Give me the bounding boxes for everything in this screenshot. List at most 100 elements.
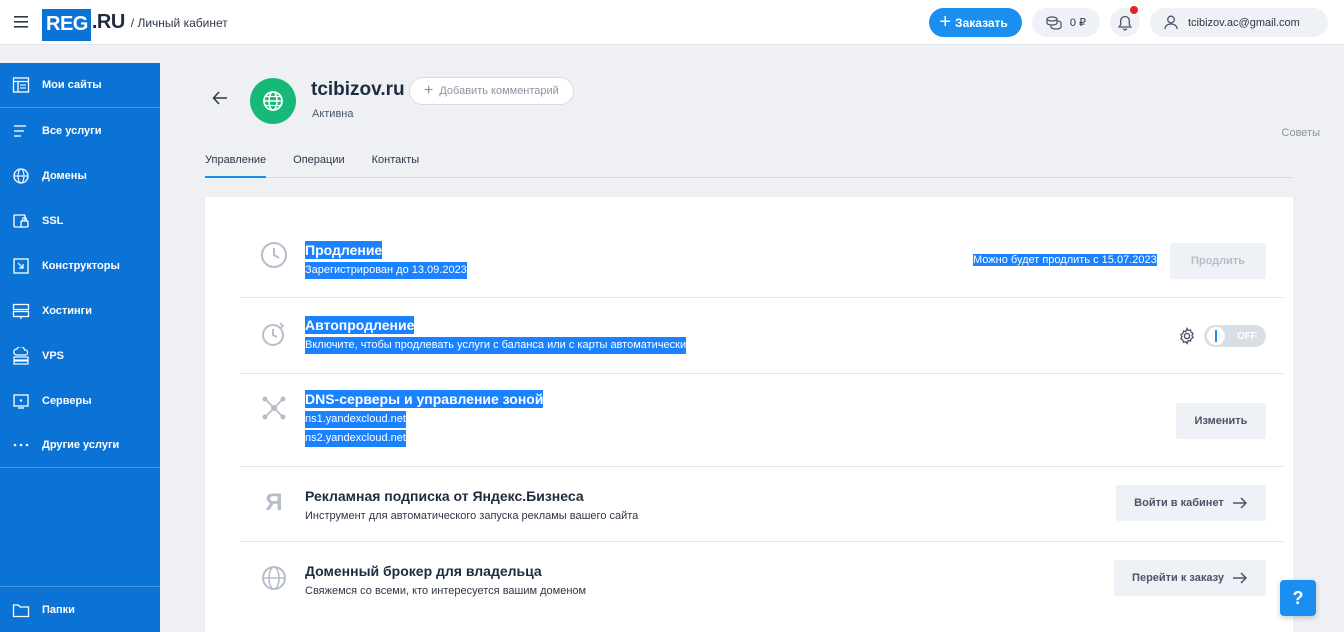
globe-icon [13,167,29,184]
yandex-icon: Я [265,489,283,516]
enter-cabinet-label: Войти в кабинет [1134,497,1224,509]
user-email: tcibizov.ac@gmail.com [1188,16,1300,29]
bell-icon [1118,15,1132,30]
broker-subtitle: Свяжемся со всеми, кто интересуется ваши… [305,585,587,597]
network-icon [260,394,288,422]
renew-button[interactable]: Продлить [1170,243,1266,279]
broker-row: Доменный брокер для владельца Свяжемся с… [240,542,1284,617]
back-arrow-icon[interactable] [212,89,228,110]
add-comment-button[interactable]: + Добавить комментарий [409,77,574,105]
user-menu[interactable]: tcibizov.ac@gmail.com [1150,8,1328,37]
notification-dot [1130,6,1138,14]
broker-title: Доменный брокер для владельца [305,563,542,579]
status-text: Активна [312,108,354,120]
sidebar-item-label: VPS [42,349,65,362]
user-icon [1164,15,1178,30]
toggle-label: OFF [1237,330,1257,342]
folder-icon [12,603,30,617]
management-card: Продление Зарегистрирован до 13.09.2023 … [205,197,1293,632]
yandex-subtitle: Инструмент для автоматического запуска р… [305,510,639,522]
sidebar-item-label: Конструкторы [42,259,120,272]
help-button[interactable]: ? [1280,580,1316,616]
sidebar-item-servers[interactable]: Серверы [0,378,160,423]
autorenew-title: Автопродление [305,316,415,334]
plus-icon: + [424,82,434,99]
sidebar-item-other-services[interactable]: Другие услуги [0,423,160,468]
dns-ns1: ns1.yandexcloud.net [305,411,406,428]
sidebar-item-label: Хостинги [42,304,93,317]
dns-ns2: ns2.yandexcloud.net [305,430,406,447]
tab-operations[interactable]: Операции [293,153,344,178]
logo[interactable]: REG .RU / Личный кабинет [42,0,228,45]
tab-contacts[interactable]: Контакты [372,153,420,178]
change-dns-button[interactable]: Изменить [1176,403,1266,439]
sidebar-item-folders[interactable]: Папки [0,587,160,632]
builder-icon [13,257,29,274]
plus-icon: + [939,10,952,33]
enter-cabinet-button[interactable]: Войти в кабинет [1116,485,1266,521]
gear-icon[interactable] [1178,327,1196,350]
arrow-right-icon [1232,572,1248,584]
yandex-title: Рекламная подписка от Яндекс.Бизнеса [305,488,584,504]
sidebar-item-builders[interactable]: Конструкторы [0,243,160,288]
notifications-button[interactable] [1110,6,1140,37]
sidebar-item-label: Серверы [42,394,92,407]
server-icon [13,393,29,409]
sidebar: Мои сайты Все услуги Домены SSL Конструк… [0,63,160,632]
page-title: tcibizov.ru [311,79,405,100]
tabs: Управление Операции Контакты [205,153,1293,178]
autorenew-row: Автопродление Включите, чтобы продлевать… [240,298,1284,374]
renew-label: Продлить [1190,255,1246,267]
arrow-right-icon [1232,497,1247,509]
sidebar-item-domains[interactable]: Домены [0,153,160,198]
sidebar-item-label: Домены [42,169,87,182]
sidebar-item-label: Папки [42,603,75,616]
logo-reg: REG [42,9,91,41]
logo-subtitle: / Личный кабинет [130,16,228,30]
tab-management[interactable]: Управление [205,153,267,178]
balance-value: 0 ₽ [1069,17,1086,29]
sites-icon [12,77,30,93]
sidebar-item-my-sites[interactable]: Мои сайты [0,63,160,108]
clock-icon [260,241,288,269]
sidebar-item-label: SSL [42,214,64,227]
autorenew-clock-icon [260,320,288,348]
autorenew-subtitle: Включите, чтобы продлевать услуги с бала… [305,337,687,354]
sidebar-item-ssl[interactable]: SSL [0,198,160,243]
yandex-row: Я Рекламная подписка от Яндекс.Бизнеса И… [240,467,1284,542]
list-icon [14,124,26,137]
hosting-icon [12,303,30,319]
renewal-title: Продление [305,241,383,259]
dns-row: DNS-серверы и управление зоной ns1.yande… [240,374,1284,467]
renewal-note: Можно будет продлить с 15.07.2023 [973,254,1157,266]
sidebar-item-vps[interactable]: VPS [0,333,160,378]
sidebar-item-label: Мои сайты [42,79,102,91]
sidebar-item-label: Все услуги [42,124,102,137]
go-to-order-button[interactable]: Перейти к заказу [1114,560,1266,596]
top-bar: REG .RU / Личный кабинет + Заказать 0 ₽ … [0,0,1344,45]
order-label: Заказать [955,15,1008,30]
coins-icon [1046,15,1062,30]
balance-pill[interactable]: 0 ₽ [1031,8,1100,37]
ssl-icon [13,213,29,228]
toggle-knob [1207,327,1225,345]
sidebar-item-label: Другие услуги [42,439,120,451]
menu-icon[interactable] [0,0,42,45]
change-dns-label: Изменить [1194,415,1248,427]
vps-icon [13,346,29,365]
main-content: tcibizov.ru Активна + Добавить комментар… [160,45,1344,632]
renewal-subtitle: Зарегистрирован до 13.09.2023 [305,262,467,279]
renewal-row: Продление Зарегистрирован до 13.09.2023 … [240,227,1284,298]
autorenew-toggle[interactable]: OFF [1204,325,1266,347]
sidebar-item-all-services[interactable]: Все услуги [0,108,160,153]
domain-avatar [250,78,296,124]
order-button[interactable]: + Заказать [929,8,1022,37]
more-icon [13,443,29,447]
tips-link[interactable]: Советы [1282,127,1320,139]
go-to-order-label: Перейти к заказу [1132,572,1224,584]
sidebar-item-hosting[interactable]: Хостинги [0,288,160,333]
globe-icon [263,91,283,111]
dns-title: DNS-серверы и управление зоной [305,390,544,408]
globe-icon [260,564,288,592]
add-comment-label: Добавить комментарий [439,85,559,97]
